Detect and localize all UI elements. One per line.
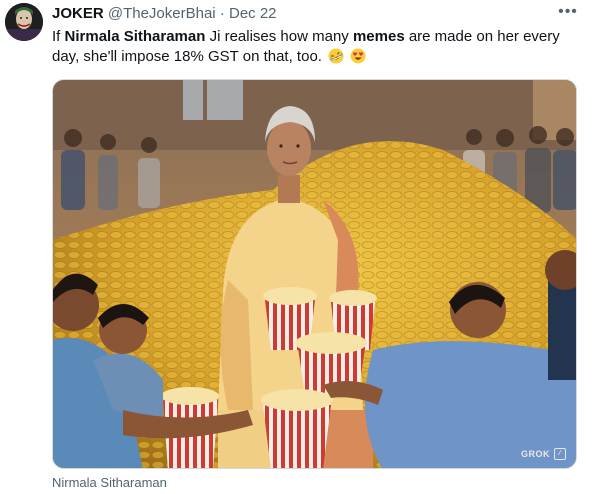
text-part: Ji realises how many xyxy=(205,28,353,45)
watermark-text: GROK xyxy=(521,449,550,459)
separator-dot: · xyxy=(219,5,225,22)
mention-nirmala: Nirmala Sitharaman xyxy=(64,28,206,45)
text-part: If xyxy=(52,28,65,45)
bold-memes: memes xyxy=(352,28,405,45)
grok-logo-icon: ⁄ xyxy=(554,448,566,460)
avatar[interactable] xyxy=(5,3,43,41)
rofl-emoji-icon xyxy=(328,48,344,64)
grok-watermark: GROK ⁄ xyxy=(521,448,566,460)
author-name[interactable]: JOKER xyxy=(52,5,104,22)
media-caption: Nirmala Sitharaman xyxy=(52,475,167,490)
tweet-date[interactable]: Dec 22 xyxy=(229,5,277,22)
avatar-image xyxy=(5,3,43,41)
author-handle[interactable]: @TheJokerBhai xyxy=(108,5,216,22)
tweet-header: JOKER @TheJokerBhai · Dec 22 xyxy=(52,5,277,23)
meme-image xyxy=(53,80,576,468)
tweet-text: If Nirmala Sitharaman Ji realises how ma… xyxy=(52,27,587,67)
heart-eyes-emoji-icon xyxy=(350,48,366,64)
tweet-media-image[interactable]: GROK ⁄ xyxy=(52,79,577,469)
more-options-icon[interactable]: ••• xyxy=(557,2,579,22)
